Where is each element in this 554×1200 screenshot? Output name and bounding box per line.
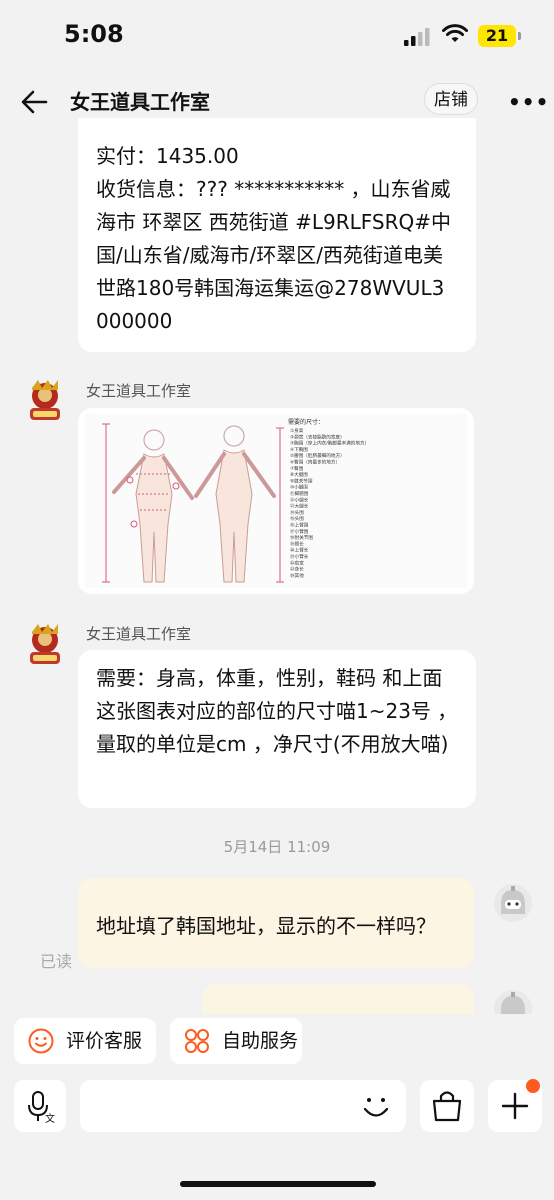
rate-service-label: 评价客服 [66,1030,143,1052]
voice-input-button[interactable]: 文 [14,1080,66,1132]
shopping-bag-button[interactable] [420,1080,474,1132]
message-text: 需要：身高，体重，性别，鞋码 和上面这张图表对应的部位的尺寸喵1~23号 ，量取… [96,666,458,756]
order-info-message: 实付：1435.00 收货信息：??? *********** ，山东省威海市 … [78,118,476,352]
status-bar: 5:08 21 [0,0,554,70]
body-measurement-chart: 需要的尺寸： ①身高②颈宽（去掉脂肪的宽度）③胸围（穿上内衣/胸部最丰满的地方）… [84,414,468,588]
size-list-item: ㉑小臂长 [290,553,309,560]
self-service-button[interactable]: 自助服务 [170,1018,302,1064]
smile-rating-icon [28,1028,54,1054]
cellular-signal-icon [404,28,430,46]
size-list-item: ㉓身长 [290,566,304,573]
size-list-item: ⑦臀围 [290,466,304,472]
size-list-item: ⑬大腿长 [290,503,309,510]
my-text-message: 地址填了韩国地址，显示的不一样吗？ [78,878,474,968]
size-chart-image-message[interactable]: 需要的尺寸： ①身高 ②颈宽（去掉脂肪的宽度） ③胸围（穿上内衣/胸部最丰满的地方）… [78,408,474,594]
sender-name: 女王道具工作室 [86,382,192,400]
back-arrow-icon[interactable] [20,88,48,116]
home-indicator [180,1181,376,1187]
notification-dot [526,1079,540,1093]
shopping-bag-icon [432,1091,462,1122]
size-list-item: ②颈宽（去掉脂肪的宽度） [290,433,345,440]
size-list-item: ⑥臀围（肉最多的地方） [290,459,340,466]
shop-text-message: 需要：身高，体重，性别，鞋码 和上面这张图表对应的部位的尺寸喵1~23号 ，量取… [78,650,476,808]
my-avatar[interactable] [494,884,532,922]
size-list-item: ⑫小腿长 [290,496,309,503]
voice-input-icon: 文 [28,1091,55,1125]
self-service-icon [185,1029,209,1053]
svg-text:文: 文 [45,1112,55,1125]
size-list-item: ①身高 [290,427,304,434]
size-list-item: ⑧大腿围 [290,471,308,478]
size-list-item: ⑤腰围（肚脐最细的地方） [290,452,345,459]
size-list-item: ㉒肩宽 [290,559,304,566]
size-chart-title: 需要的尺寸： [288,418,324,426]
shop-avatar[interactable] [22,378,68,424]
sender-name: 女王道具工作室 [86,625,192,643]
my-avatar[interactable] [494,990,532,1014]
size-list-item: ㉔其他 [290,572,304,579]
size-list-item: ⑲臂长 [290,540,304,547]
size-list-item: ④下胸围 [290,446,308,453]
size-list-item: ⑳上臂长 [290,547,309,554]
size-list-item: ⑱肘关节围 [290,534,313,541]
order-paid-amount: 实付：1435.00 [96,144,239,168]
more-dots-icon[interactable]: ••• [508,90,549,114]
self-service-label: 自助服务 [222,1030,299,1052]
my-text-message-partial [202,984,474,1014]
battery-indicator: 21 [478,25,516,47]
chat-title: 女王道具工作室 [70,90,210,114]
message-text: 地址填了韩国地址，显示的不一样吗？ [96,914,436,938]
size-list-item: ⑯上臂围 [290,522,309,529]
rate-service-button[interactable]: 评价客服 [14,1018,156,1064]
order-address: 收货信息：??? *********** ，山东省威海市 环翠区 西苑街道 #L… [96,177,451,333]
status-time: 5:08 [64,20,124,48]
message-input[interactable] [80,1080,406,1132]
size-list-item: ⑰小臂围 [290,528,309,535]
message-timestamp: 5月14日 11:09 [223,838,331,856]
read-status: 已读 [40,952,73,971]
battery-nub [518,32,521,40]
size-list-item: ⑩小腿围 [290,484,308,491]
shop-button[interactable]: 店铺 [424,83,478,115]
shop-avatar[interactable] [22,622,68,668]
size-list-item: ⑨膝关节围 [290,477,313,484]
size-list-item: ⑪脚腕围 [290,490,309,497]
wifi-icon [442,24,468,42]
size-list-item: ⑭头围 [290,509,304,516]
size-list-item: ③胸围（穿上内衣/胸部最丰满的地方） [290,440,369,447]
message-input-bar: 文 [0,1076,554,1138]
emoji-icon[interactable] [360,1092,392,1122]
size-list-item: ⑮头围 [290,515,304,522]
